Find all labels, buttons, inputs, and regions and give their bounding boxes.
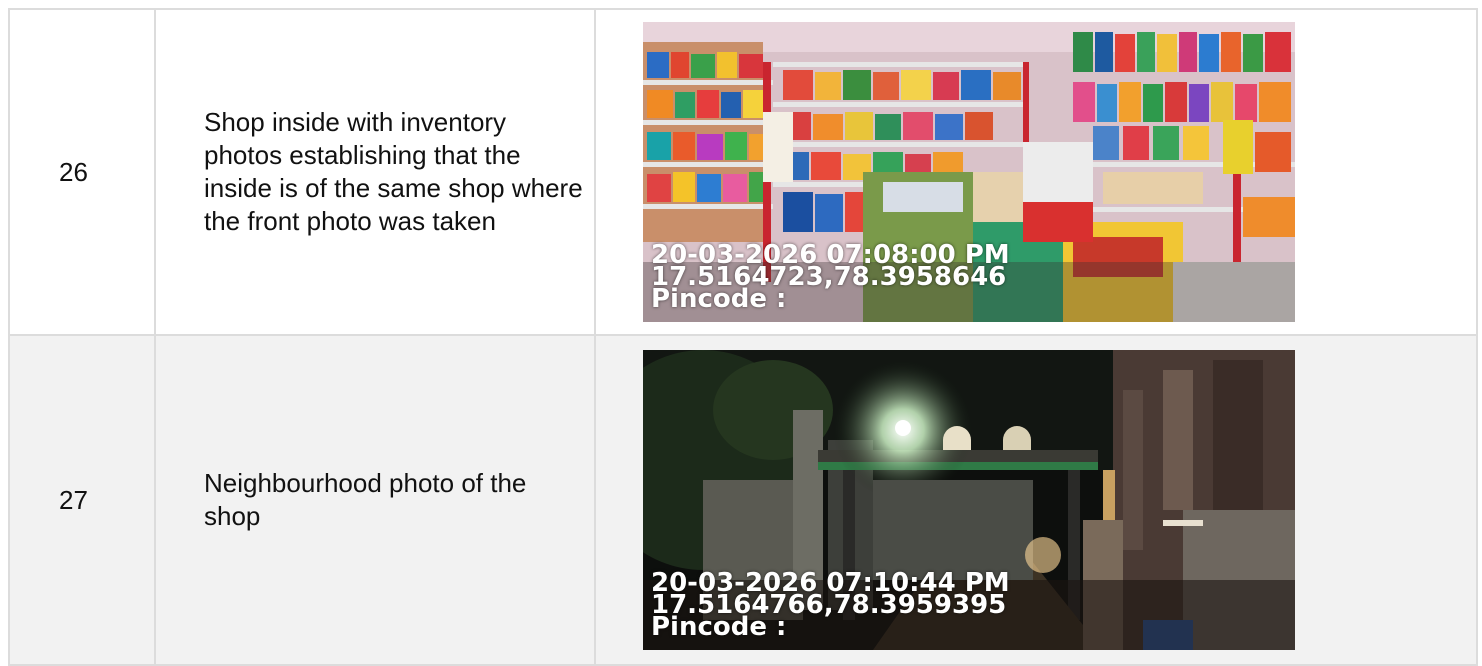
photo-stamp: 20-03-2026 07:08:00 PM 17.5164723,78.395… — [651, 242, 1010, 312]
shop-inside-photo[interactable]: 20-03-2026 07:08:00 PM 17.5164723,78.395… — [643, 22, 1295, 322]
evidence-table: 26 Shop inside with inventory photos est… — [8, 8, 1478, 666]
photo-stamp: 20-03-2026 07:10:44 PM 17.5164766,78.395… — [651, 570, 1010, 640]
row-description: Shop inside with inventory photos establ… — [204, 107, 583, 236]
table-row: 27 Neighbourhood photo of the shop 20-03… — [8, 334, 1478, 666]
table-row: 26 Shop inside with inventory photos est… — [8, 8, 1478, 336]
row-number: 26 — [8, 8, 156, 336]
neighbourhood-photo[interactable]: 20-03-2026 07:10:44 PM 17.5164766,78.395… — [643, 350, 1295, 650]
row-description: Neighbourhood photo of the shop — [204, 468, 527, 531]
row-number: 27 — [8, 334, 156, 666]
